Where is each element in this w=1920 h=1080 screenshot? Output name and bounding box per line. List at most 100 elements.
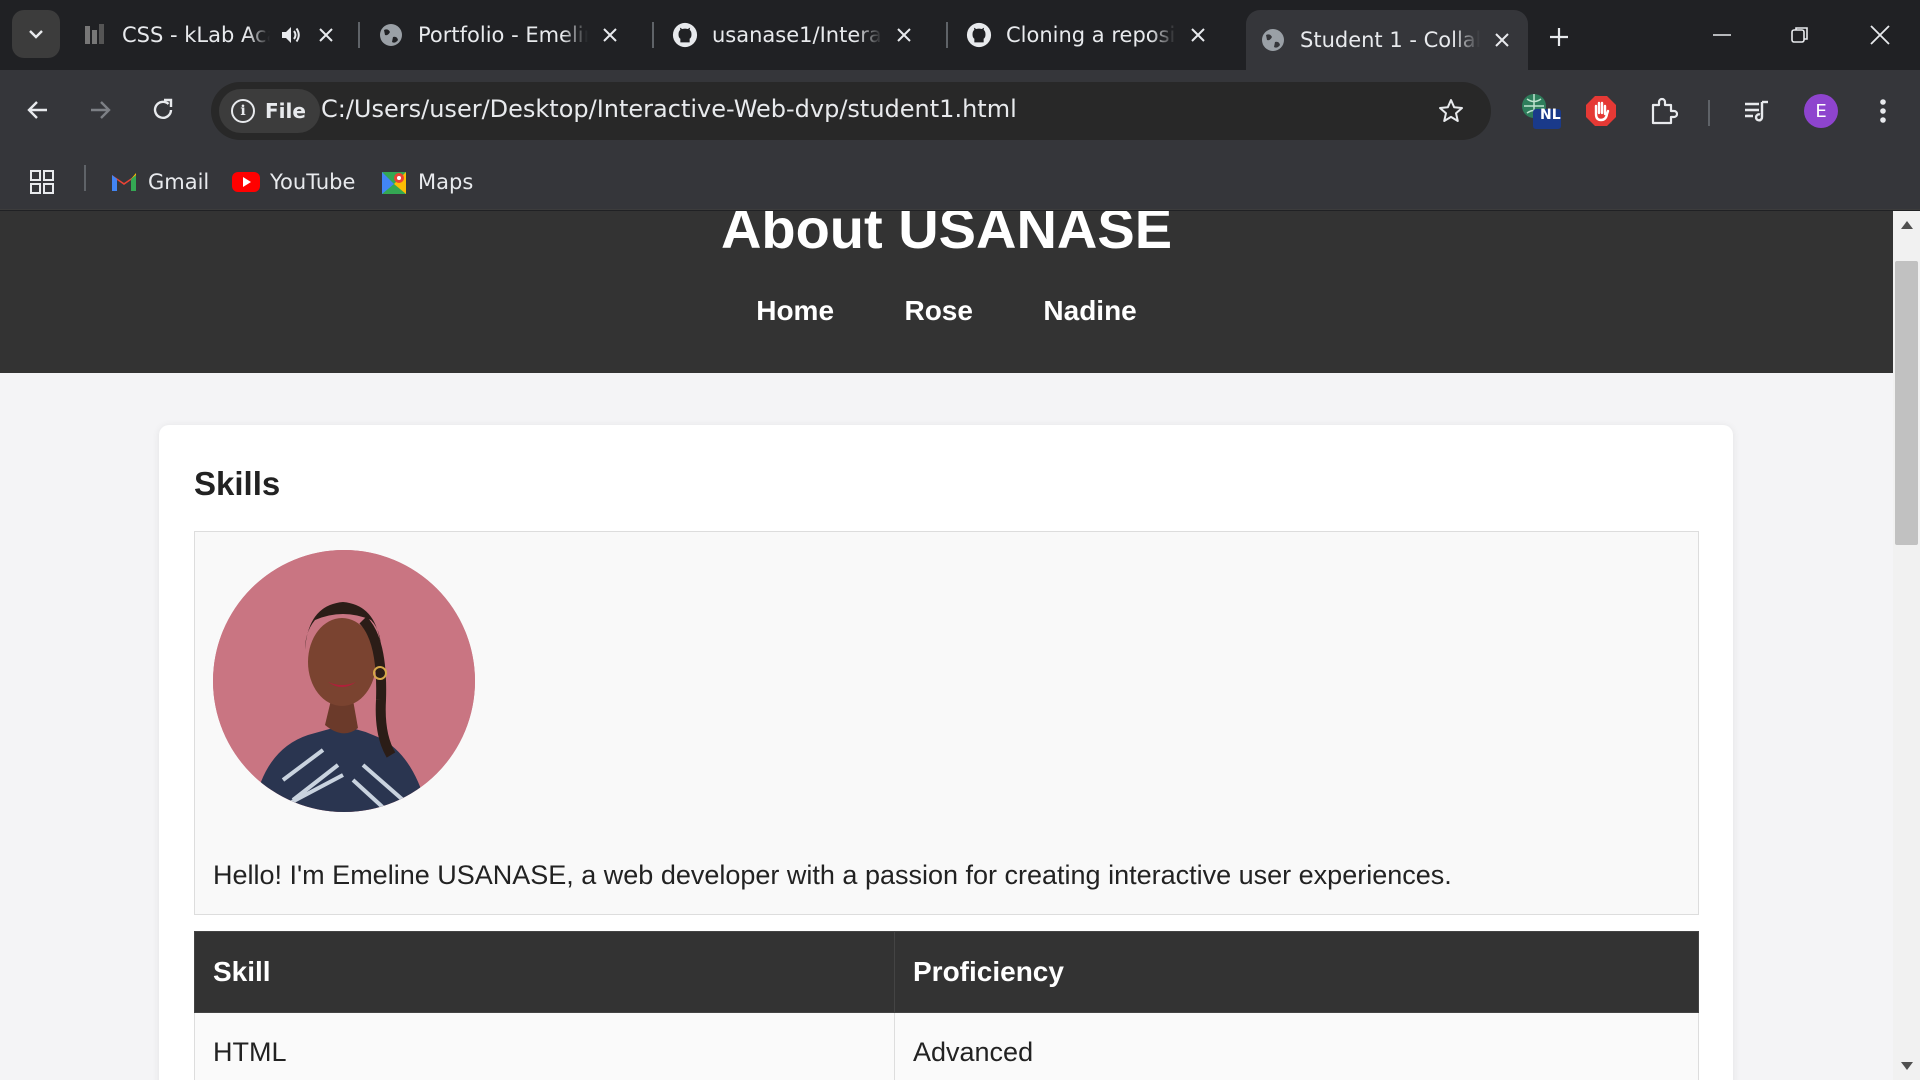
site-nav: Home Rose Nadine [0,295,1893,327]
tab-divider [652,22,654,48]
back-button[interactable] [14,86,62,134]
nav-link-home[interactable]: Home [756,295,834,327]
tab-student1[interactable]: Student 1 - Collaborative [1246,10,1528,70]
close-icon[interactable] [1488,26,1516,54]
bookmark-youtube[interactable]: YouTube [232,164,355,200]
apps-button[interactable] [28,164,56,200]
page-viewport: About USANASE Home Rose Nadine Skills He… [0,211,1893,1080]
bookmark-label: Maps [418,170,474,194]
tab-title: usanase1/Interactive-Web-dvp [712,23,882,47]
table-cell-skill: HTML [194,1012,895,1080]
toolbar-divider [1708,100,1710,126]
tab-github-repo[interactable]: usanase1/Interactive-Web-dvp [658,12,930,58]
close-window-button[interactable] [1850,10,1910,60]
profile-photo [213,550,475,812]
star-icon [1439,99,1463,122]
bookmarks-bar: Gmail YouTube Maps [0,152,1920,210]
minimize-icon [1713,34,1731,36]
gmail-icon [110,168,138,196]
profile-button[interactable]: E [1798,88,1844,134]
triangle-down-icon [1900,1062,1913,1070]
arrow-right-icon [91,101,111,119]
github-icon [966,22,992,48]
avatar: E [1804,94,1838,128]
scroll-down-arrow[interactable] [1893,1054,1920,1078]
nav-link-nadine[interactable]: Nadine [1043,295,1136,327]
column-header-proficiency: Proficiency [894,931,1699,1013]
tab-search-button[interactable] [12,10,60,58]
page-scrollbar[interactable] [1893,211,1920,1080]
tab-klab[interactable]: CSS - kLab Academy [68,12,352,58]
site-header: About USANASE Home Rose Nadine [0,211,1893,373]
tab-strip: CSS - kLab Academy Portfolio - Emeline u… [0,0,1920,70]
bookmarks-divider [84,165,86,191]
scroll-up-arrow[interactable] [1893,213,1920,237]
puzzle-icon [1651,97,1678,125]
klab-icon [82,22,108,48]
kebab-menu-icon [1880,99,1886,123]
site-info-chip[interactable]: i File [219,89,320,133]
more-menu-button[interactable] [1860,88,1906,134]
table-row: HTML Advanced [194,1012,1699,1080]
info-icon: i [231,99,255,123]
github-icon [672,22,698,48]
new-tab-button[interactable] [1540,18,1578,56]
reload-button[interactable] [139,86,187,134]
bookmark-star-button[interactable] [1431,91,1471,131]
section-title: Skills [194,465,281,502]
tab-divider [946,22,948,48]
tab-title: Cloning a repository [1006,23,1176,47]
translate-badge: NL [1540,107,1561,123]
restore-button[interactable] [1770,10,1830,60]
tab-divider [358,22,360,48]
reload-icon [153,98,173,119]
speaker-icon[interactable] [278,22,304,48]
close-icon[interactable] [1184,21,1212,49]
stop-hand-icon [1586,96,1616,126]
table-header-row: Skill Proficiency [194,931,1699,1013]
restore-icon [1791,27,1808,43]
scroll-thumb[interactable] [1895,261,1918,545]
bookmark-label: YouTube [270,170,356,194]
bookmark-maps[interactable]: Maps [380,164,473,200]
tab-title: Student 1 - Collaborative [1300,28,1480,52]
tab-portfolio[interactable]: Portfolio - Emeline [364,12,636,58]
globe-icon [1260,27,1286,53]
maps-icon [380,168,408,196]
skills-card: Skills Hello! I'm Emeline USANASE, a web… [159,425,1733,1080]
globe-icon [378,22,404,48]
triangle-up-icon [1900,221,1913,229]
arrow-left-icon [27,101,47,119]
close-icon[interactable] [596,21,624,49]
tab-title: CSS - kLab Academy [122,23,270,47]
youtube-icon [232,168,260,196]
block-extension[interactable] [1578,88,1624,134]
close-icon[interactable] [890,21,918,49]
page-title: About USANASE [720,211,1173,260]
skills-table: Skill Proficiency HTML Advanced [194,931,1699,1080]
minimize-button[interactable] [1692,10,1752,60]
translate-extension[interactable]: NL [1518,88,1564,134]
apps-grid-icon [30,170,54,194]
nav-link-rose[interactable]: Rose [904,295,972,327]
table-cell-proficiency: Advanced [894,1012,1699,1080]
bookmark-gmail[interactable]: Gmail [110,164,209,200]
tab-cloning[interactable]: Cloning a repository [952,12,1224,58]
bio-text: Hello! I'm Emeline USANASE, a web develo… [213,860,1452,890]
media-controls-button[interactable] [1734,88,1780,134]
url-text[interactable]: C:/Users/user/Desktop/Interactive-Web-dv… [321,95,1017,123]
close-icon [1870,25,1890,45]
extensions-button[interactable] [1640,88,1686,134]
site-info-label: File [265,99,306,123]
plus-icon [1550,28,1568,46]
address-bar[interactable]: i File C:/Users/user/Desktop/Interactive… [211,82,1491,140]
bookmark-label: Gmail [148,170,210,194]
forward-button[interactable] [76,86,124,134]
browser-toolbar: i File C:/Users/user/Desktop/Interactive… [0,70,1920,152]
close-icon[interactable] [312,21,340,49]
queue-music-icon [1745,100,1768,122]
column-header-skill: Skill [194,931,895,1013]
tab-title: Portfolio - Emeline [418,23,588,47]
chevron-down-icon [29,30,43,39]
profile-box: Hello! I'm Emeline USANASE, a web develo… [194,531,1699,915]
